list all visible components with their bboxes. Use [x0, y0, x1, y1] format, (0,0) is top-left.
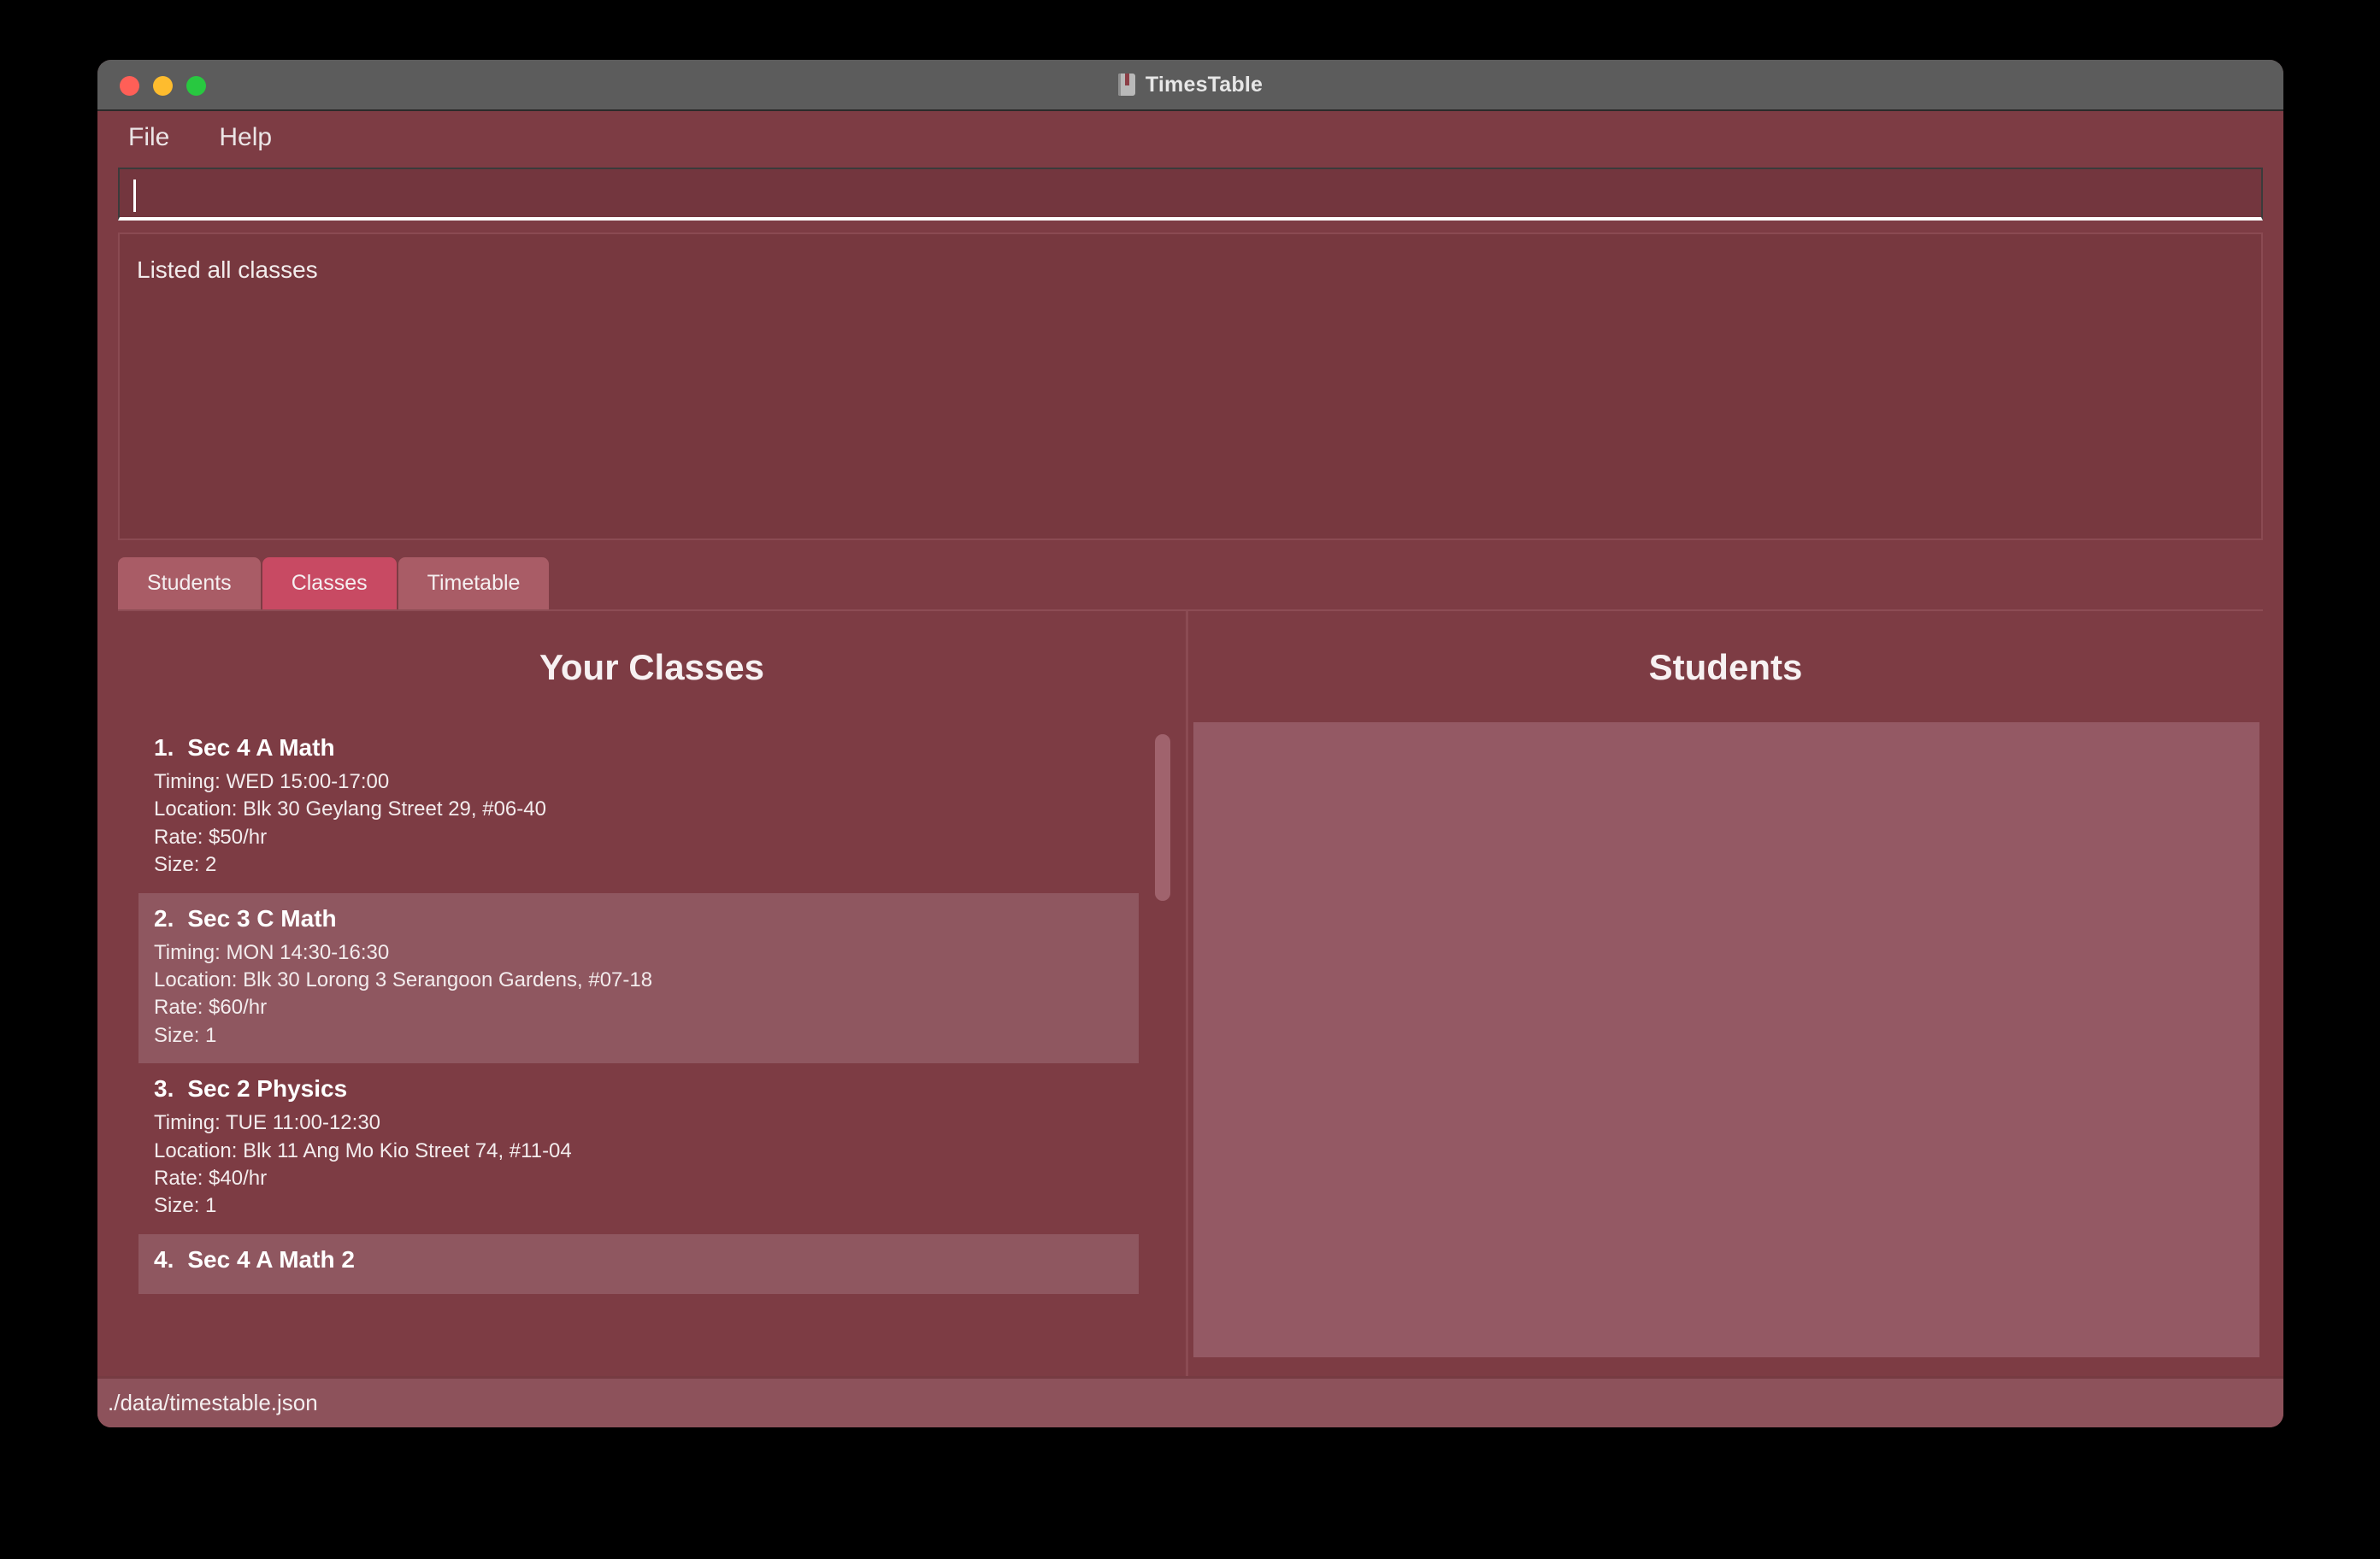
class-list[interactable]: 1. Sec 4 A Math Timing: WED 15:00-17:00 …: [138, 722, 1139, 1376]
class-title-row: 2. Sec 3 C Math: [154, 905, 1123, 932]
class-location: Location: Blk 30 Lorong 3 Serangoon Gard…: [154, 968, 653, 991]
menu-item-file[interactable]: File: [120, 120, 178, 156]
tab-bar: Students Classes Timetable: [97, 540, 2283, 609]
menu-item-help[interactable]: Help: [210, 120, 280, 156]
class-rate: Rate: $60/hr: [154, 996, 268, 1020]
result-display-wrapper: Listed all classes: [97, 221, 2283, 540]
title-center: TimesTable: [97, 73, 2283, 97]
class-list-item[interactable]: 3. Sec 2 Physics Timing: TUE 11:00-12:30…: [138, 1063, 1139, 1234]
window-body: File Help Listed all classes Students Cl…: [97, 111, 2283, 1427]
class-name: Sec 3 C Math: [187, 904, 337, 932]
class-title-row: 4. Sec 4 A Math 2: [154, 1246, 1123, 1274]
maximize-window-button[interactable]: [186, 75, 206, 96]
class-size: Size: 1: [154, 1194, 217, 1218]
text-caret: [133, 179, 136, 212]
window-title: TimesTable: [1145, 72, 1264, 97]
class-rate: Rate: $40/hr: [154, 1166, 268, 1190]
book-icon: [1117, 74, 1135, 96]
classes-panel-title: Your Classes: [539, 647, 764, 687]
class-title-row: 3. Sec 2 Physics: [154, 1075, 1123, 1103]
command-input[interactable]: [133, 181, 2247, 205]
class-list-scrollbar[interactable]: [1155, 729, 1170, 1369]
app-window: TimesTable File Help Listed all classes …: [97, 60, 2283, 1427]
class-timing: Timing: MON 14:30-16:30: [154, 940, 390, 964]
class-index: 2.: [154, 904, 174, 932]
classes-panel: Your Classes 1. Sec 4 A Math Timing: WED…: [118, 611, 1188, 1376]
students-list[interactable]: [1193, 722, 2259, 1357]
title-bar: TimesTable: [97, 60, 2283, 111]
class-name: Sec 4 A Math 2: [187, 1245, 355, 1273]
class-name: Sec 4 A Math: [187, 734, 335, 761]
status-bar: ./data/timestable.json: [97, 1376, 2283, 1427]
class-list-scrollbar-thumb[interactable]: [1155, 734, 1170, 901]
class-size: Size: 1: [154, 1023, 217, 1047]
class-timing: Timing: WED 15:00-17:00: [154, 770, 390, 793]
students-panel: Students: [1188, 611, 2263, 1376]
tab-classes[interactable]: Classes: [262, 557, 397, 609]
result-message: Listed all classes: [137, 256, 318, 283]
class-title-row: 1. Sec 4 A Math: [154, 734, 1123, 762]
class-list-item[interactable]: 1. Sec 4 A Math Timing: WED 15:00-17:00 …: [138, 722, 1139, 893]
status-file-path: ./data/timestable.json: [108, 1390, 318, 1415]
minimize-window-button[interactable]: [153, 75, 173, 96]
class-list-viewport: 1. Sec 4 A Math Timing: WED 15:00-17:00 …: [118, 722, 1186, 1376]
students-list-empty: [1193, 722, 2259, 753]
class-index: 3.: [154, 1075, 174, 1103]
students-panel-title: Students: [1648, 647, 1803, 687]
class-location: Location: Blk 11 Ang Mo Kio Street 74, #…: [154, 1138, 572, 1162]
command-box[interactable]: [118, 168, 2263, 221]
tab-students[interactable]: Students: [118, 557, 261, 609]
class-list-item[interactable]: 4. Sec 4 A Math 2: [138, 1233, 1139, 1294]
class-index: 4.: [154, 1245, 174, 1273]
class-rate: Rate: $50/hr: [154, 825, 268, 849]
class-name: Sec 2 Physics: [187, 1075, 348, 1103]
class-index: 1.: [154, 734, 174, 761]
tab-timetable[interactable]: Timetable: [398, 557, 550, 609]
content-area: Your Classes 1. Sec 4 A Math Timing: WED…: [118, 609, 2263, 1376]
result-display: Listed all classes: [118, 232, 2263, 540]
class-size: Size: 2: [154, 853, 217, 877]
menu-bar: File Help: [97, 111, 2283, 164]
close-window-button[interactable]: [120, 75, 139, 96]
class-timing: Timing: TUE 11:00-12:30: [154, 1111, 381, 1135]
class-location: Location: Blk 30 Geylang Street 29, #06-…: [154, 797, 546, 821]
command-box-wrapper: [97, 164, 2283, 221]
class-list-item[interactable]: 2. Sec 3 C Math Timing: MON 14:30-16:30 …: [138, 892, 1139, 1064]
traffic-lights: [120, 60, 206, 111]
